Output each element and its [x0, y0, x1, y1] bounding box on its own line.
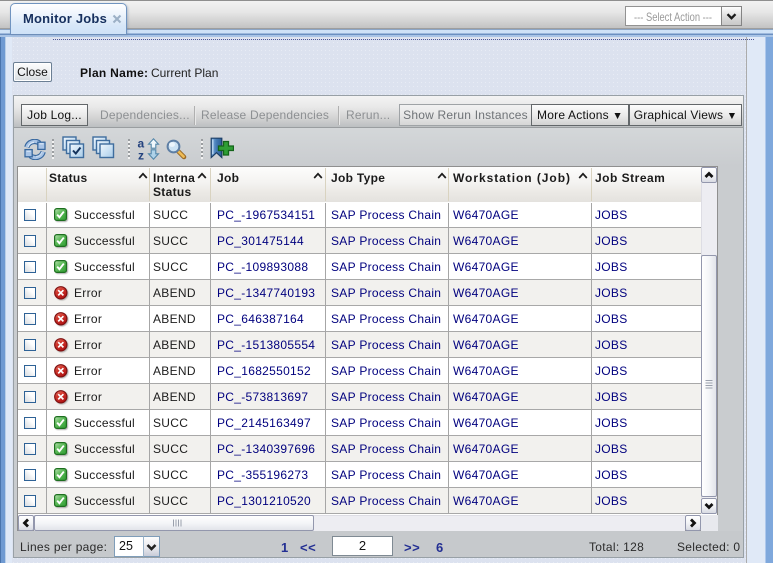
svg-text:z: z	[138, 149, 144, 161]
